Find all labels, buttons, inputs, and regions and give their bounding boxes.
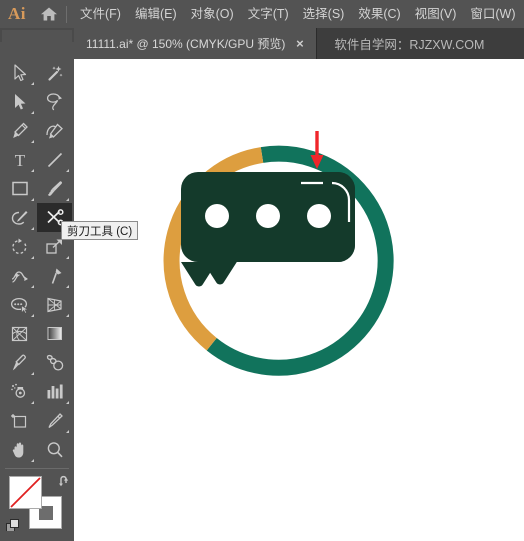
symbol-sprayer-tool[interactable]	[2, 377, 37, 406]
tool-flyout-indicator	[66, 285, 69, 288]
menu-file[interactable]: 文件(F)	[73, 0, 128, 28]
width-tool[interactable]	[2, 261, 37, 290]
close-icon[interactable]: ×	[293, 37, 306, 50]
none-slash-icon	[10, 477, 41, 508]
panel-bottom-corner	[0, 531, 74, 541]
document-tab[interactable]: 11111.ai* @ 150% (CMYK/GPU 预览) ×	[74, 28, 318, 59]
tool-flyout-indicator	[66, 401, 69, 404]
menu-window[interactable]: 窗口(W)	[463, 0, 522, 28]
home-icon[interactable]	[34, 0, 64, 28]
pen-tool[interactable]	[2, 116, 37, 145]
lasso-tool[interactable]	[37, 87, 72, 116]
tool-flyout-indicator	[31, 372, 34, 375]
direct-selection-tool[interactable]	[2, 87, 37, 116]
paintbrush-tool[interactable]	[37, 174, 72, 203]
artboard-tool[interactable]	[2, 406, 37, 435]
rectangle-tool[interactable]	[2, 174, 37, 203]
tab-strip: 11111.ai* @ 150% (CMYK/GPU 预览) × 软件自学网：R…	[74, 28, 484, 59]
tool-flyout-indicator	[31, 227, 34, 230]
perspective-grid-tool[interactable]	[37, 290, 72, 319]
type-tool[interactable]: T	[2, 145, 37, 174]
free-transform-tool[interactable]	[37, 261, 72, 290]
tool-flyout-indicator	[31, 314, 34, 317]
tool-flyout-indicator	[66, 430, 69, 433]
menu-select[interactable]: 选择(S)	[296, 0, 352, 28]
column-graph-tool[interactable]	[37, 377, 72, 406]
toolbar-divider	[5, 468, 69, 469]
app-logo: Ai	[8, 4, 26, 23]
illustrator-window: Ai 文件(F) 编辑(E) 对象(O) 文字(T) 选择(S) 效果(C) 视…	[0, 0, 524, 541]
tool-flyout-indicator	[31, 140, 34, 143]
artwork-svg	[163, 131, 394, 376]
menu-object[interactable]: 对象(O)	[184, 0, 241, 28]
line-segment-tool[interactable]	[37, 145, 72, 174]
rotate-tool[interactable]	[2, 232, 37, 261]
swap-fill-stroke-icon[interactable]	[58, 474, 72, 492]
menu-edit[interactable]: 编辑(E)	[128, 0, 184, 28]
canvas-area[interactable]	[74, 59, 524, 541]
tool-flyout-indicator	[31, 169, 34, 172]
menu-type[interactable]: 文字(T)	[241, 0, 296, 28]
tool-flyout-indicator	[31, 198, 34, 201]
tool-flyout-indicator	[31, 401, 34, 404]
zoom-tool[interactable]	[37, 435, 72, 464]
selection-tool[interactable]	[2, 58, 37, 87]
tool-flyout-indicator	[66, 256, 69, 259]
bubble-dots	[205, 204, 331, 228]
menubar-divider	[66, 5, 67, 23]
document-tab-bar: 11111.ai* @ 150% (CMYK/GPU 预览) × 软件自学网：R…	[0, 28, 524, 59]
menu-effect[interactable]: 效果(C)	[351, 0, 407, 28]
tool-flyout-indicator	[31, 82, 34, 85]
blend-tool[interactable]	[37, 348, 72, 377]
hand-tool[interactable]	[2, 435, 37, 464]
document-tab-title: 11111.ai* @ 150% (CMYK/GPU 预览)	[86, 37, 286, 51]
mesh-tool[interactable]	[2, 319, 37, 348]
slice-tool[interactable]	[37, 406, 72, 435]
magic-wand-tool[interactable]	[37, 58, 72, 87]
tool-flyout-indicator	[31, 459, 34, 462]
tool-flyout-indicator	[66, 198, 69, 201]
svg-text:T: T	[14, 151, 25, 169]
tool-flyout-indicator	[66, 314, 69, 317]
gradient-tool[interactable]	[37, 319, 72, 348]
tool-tooltip: 剪刀工具 (C)	[61, 221, 139, 240]
tool-flyout-indicator	[31, 256, 34, 259]
toolbar: T	[2, 30, 72, 541]
tool-flyout-indicator	[31, 285, 34, 288]
menu-bar: Ai 文件(F) 编辑(E) 对象(O) 文字(T) 选择(S) 效果(C) 视…	[0, 0, 524, 28]
tool-flyout-indicator	[66, 169, 69, 172]
eyedropper-tool[interactable]	[2, 348, 37, 377]
tool-grid: T	[2, 58, 72, 464]
watermark-text: 软件自学网：RJZXW.COM	[334, 38, 485, 52]
shaper-tool[interactable]	[2, 203, 37, 232]
menu-view[interactable]: 视图(V)	[408, 0, 464, 28]
tool-flyout-indicator	[31, 111, 34, 114]
fill-swatch[interactable]	[9, 476, 42, 509]
speech-bubble	[181, 172, 355, 287]
shape-builder-tool[interactable]	[2, 290, 37, 319]
curvature-tool[interactable]	[37, 116, 72, 145]
